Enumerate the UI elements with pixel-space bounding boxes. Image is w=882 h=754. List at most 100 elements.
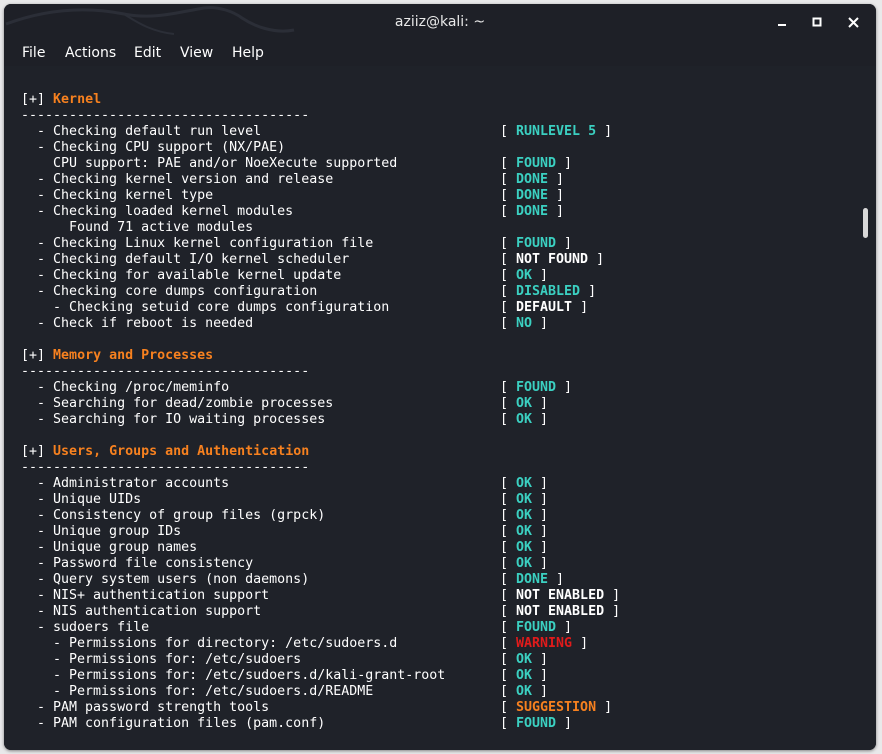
status-value: NOT ENABLED (516, 588, 605, 603)
check-label: - Administrator accounts (21, 476, 230, 491)
check-label: - Searching for IO waiting processes (21, 412, 326, 427)
check-label: - Checking loaded kernel modules (21, 204, 294, 219)
maximize-button[interactable] (806, 12, 828, 32)
check-label: - Checking kernel type (21, 188, 214, 203)
check-line: - Checking loaded kernel modules (21, 204, 293, 220)
status-badge: [ OK ] (500, 668, 549, 683)
status-badge: [ FOUND ] (500, 620, 573, 635)
status-badge: [ OK ] (500, 268, 549, 283)
section-bracket: [+] (21, 348, 46, 363)
check-label: - PAM password strength tools (21, 700, 270, 715)
status-value: FOUND (516, 236, 557, 251)
output-line: ------------------------------------ (21, 364, 310, 379)
status-value: FOUND (516, 156, 557, 171)
status-value: DONE (516, 204, 549, 219)
check-label: - Checking kernel version and release (21, 172, 334, 187)
status-badge: [ OK ] (500, 476, 549, 491)
check-label: - Query system users (non daemons) (21, 572, 310, 587)
terminal-window: aziiz@kali: ~ File Actions Edit View Hel… (4, 4, 876, 750)
status-value: FOUND (516, 380, 557, 395)
status-badge: [ DONE ] (500, 572, 565, 587)
check-label: - Permissions for: /etc/sudoers.d/kali-g… (21, 668, 446, 683)
status-value: OK (516, 684, 533, 699)
menu-bar: File Actions Edit View Help (4, 40, 876, 66)
menu-view[interactable]: View (180, 40, 213, 66)
status-badge: [ FOUND ] (500, 156, 573, 171)
check-line: - Checking default I/O kernel scheduler (21, 252, 349, 268)
check-line: - Permissions for directory: /etc/sudoer… (21, 636, 397, 652)
menu-file[interactable]: File (22, 40, 45, 66)
section-header: [+] Kernel (21, 92, 101, 108)
check-label: - Permissions for directory: /etc/sudoer… (21, 636, 398, 651)
status-badge: [ FOUND ] (500, 716, 573, 731)
status-badge: [ OK ] (500, 524, 549, 539)
check-line: - Query system users (non daemons) (21, 572, 309, 588)
close-button[interactable] (842, 12, 864, 32)
check-label: - NIS+ authentication support (21, 588, 270, 603)
check-line: - Checking for available kernel update (21, 268, 341, 284)
section-bracket: [+] (21, 444, 46, 459)
close-icon (847, 16, 859, 28)
minimize-button[interactable] (771, 12, 793, 32)
status-badge: [ SUGGESTION ] (500, 700, 613, 715)
status-badge: [ OK ] (500, 540, 549, 555)
output-line: ------------------------------------ (21, 460, 310, 475)
status-value: OK (516, 412, 533, 427)
scrollbar-thumb[interactable] (863, 208, 868, 238)
output-line: - Checking CPU support (NX/PAE) (21, 140, 286, 155)
status-badge: [ NO ] (500, 316, 549, 331)
check-label: - Unique group names (21, 540, 198, 555)
status-value: OK (516, 556, 533, 571)
check-label: - Checking default run level (21, 124, 262, 139)
check-line: - Checking kernel type (21, 188, 213, 204)
check-line: - Permissions for: /etc/sudoers (21, 652, 301, 668)
status-value: WARNING (516, 636, 573, 651)
window-title: aziiz@kali: ~ (394, 14, 486, 30)
check-label: - Unique UIDs (21, 492, 142, 507)
status-value: OK (516, 268, 533, 283)
check-line: - Checking kernel version and release (21, 172, 333, 188)
status-value: OK (516, 524, 533, 539)
status-value: NOT ENABLED (516, 604, 605, 619)
check-line: - Searching for IO waiting processes (21, 412, 325, 428)
section-header: [+] Memory and Processes (21, 348, 213, 364)
status-value: OK (516, 396, 533, 411)
maximize-icon (812, 17, 822, 27)
check-label: - Checking default I/O kernel scheduler (21, 252, 350, 267)
check-label: - Unique group IDs (21, 524, 182, 539)
check-label: - Permissions for: /etc/sudoers.d/README (21, 684, 374, 699)
minimize-icon (778, 24, 786, 26)
check-line: - PAM password strength tools (21, 700, 269, 716)
check-line: - Check if reboot is needed (21, 316, 253, 332)
status-badge: [ RUNLEVEL 5 ] (500, 124, 613, 139)
status-badge: [ NOT FOUND ] (500, 252, 605, 267)
check-line: - sudoers file (21, 620, 149, 636)
title-bar[interactable]: aziiz@kali: ~ (4, 4, 876, 40)
status-badge: [ DONE ] (500, 204, 565, 219)
status-badge: [ OK ] (500, 556, 549, 571)
section-title: Memory and Processes (53, 348, 214, 363)
menu-actions[interactable]: Actions (65, 40, 116, 66)
check-line: - Unique group IDs (21, 524, 181, 540)
menu-edit[interactable]: Edit (134, 40, 161, 66)
terminal-output[interactable]: [+] Kernel ------------------------------… (4, 66, 876, 750)
status-value: NOT FOUND (516, 252, 589, 267)
check-line: - Unique UIDs (21, 492, 141, 508)
status-value: OK (516, 668, 533, 683)
check-line: - Checking core dumps configuration (21, 284, 317, 300)
check-label: - NIS authentication support (21, 604, 262, 619)
check-label: - Permissions for: /etc/sudoers (21, 652, 302, 667)
status-badge: [ OK ] (500, 684, 549, 699)
check-line: - Searching for dead/zombie processes (21, 396, 333, 412)
status-badge: [ DEFAULT ] (500, 300, 589, 315)
status-badge: [ NOT ENABLED ] (500, 588, 621, 603)
status-value: FOUND (516, 620, 557, 635)
status-badge: [ DISABLED ] (500, 284, 597, 299)
status-value: DONE (516, 188, 549, 203)
check-label: - Checking for available kernel update (21, 268, 342, 283)
check-line: - Permissions for: /etc/sudoers.d/README (21, 684, 373, 700)
section-title: Kernel (53, 92, 102, 107)
status-value: OK (516, 476, 533, 491)
menu-help[interactable]: Help (232, 40, 264, 66)
status-badge: [ WARNING ] (500, 636, 589, 651)
